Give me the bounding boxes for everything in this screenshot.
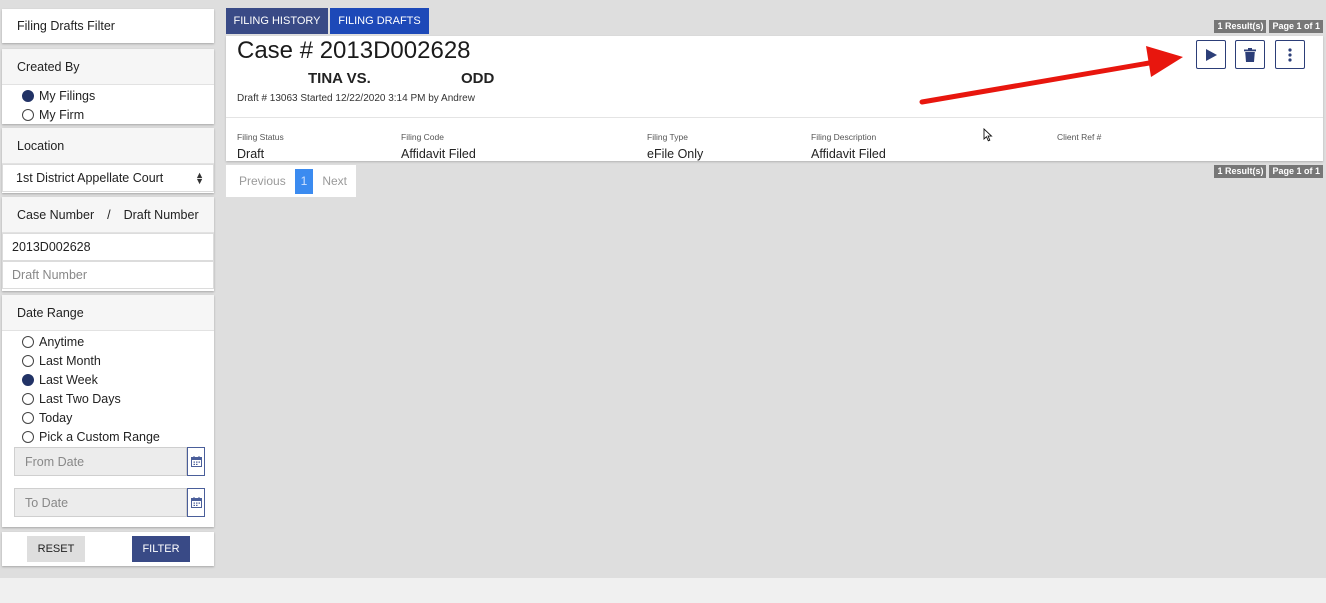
- field-label: Filing Code: [401, 132, 444, 142]
- result-count-badge: 1 Result(s): [1214, 165, 1267, 178]
- tab-filing-history[interactable]: FILING HISTORY: [226, 8, 328, 34]
- radio-my-filings[interactable]: My Filings: [2, 86, 214, 105]
- draft-number-input[interactable]: [2, 261, 214, 289]
- radio-custom-range[interactable]: Pick a Custom Range: [2, 427, 214, 446]
- radio-indicator[interactable]: [22, 430, 34, 443]
- field-label: Filing Description: [811, 132, 877, 142]
- reset-button[interactable]: RESET: [27, 536, 85, 562]
- filter-header-panel: Filing Drafts Filter: [2, 9, 214, 43]
- draft-card: Case # 2013D002628 TINA VS. ODD Draft # …: [226, 36, 1323, 161]
- next-page-button[interactable]: Next: [313, 174, 356, 188]
- delete-draft-button[interactable]: [1235, 40, 1265, 69]
- case-number-heading: Case Number: [17, 207, 95, 222]
- radio-indicator[interactable]: [22, 373, 34, 386]
- radio-indicator[interactable]: [22, 354, 34, 367]
- radio-indicator[interactable]: [22, 392, 34, 405]
- case-number-input[interactable]: [2, 233, 214, 261]
- draft-number-heading: Draft Number: [123, 207, 199, 222]
- play-icon: [1206, 48, 1217, 61]
- location-value: 1st District Appellate Court: [16, 171, 164, 185]
- card-divider: [226, 117, 1323, 118]
- radio-last-week[interactable]: Last Week: [2, 370, 214, 389]
- field-value: eFile Only: [647, 147, 704, 161]
- more-vertical-icon: [1288, 47, 1292, 62]
- location-title: Location: [2, 128, 214, 164]
- field-value: Affidavit Filed: [811, 147, 886, 161]
- field-filing-type: Filing Type eFile Only: [647, 132, 703, 161]
- created-by-panel: Created By My Filings My Firm: [2, 49, 214, 124]
- location-select[interactable]: 1st District Appellate Court ▲ ▼: [2, 164, 214, 192]
- filter-header: Filing Drafts Filter: [2, 9, 214, 43]
- page-1-button[interactable]: 1: [294, 168, 314, 194]
- from-date-group: [14, 447, 205, 476]
- calendar-icon: [190, 456, 202, 467]
- results-summary-top: 1 Result(s) Page 1 of 1: [1214, 20, 1323, 33]
- field-label: Filing Status: [237, 132, 284, 142]
- more-options-button[interactable]: [1275, 40, 1305, 69]
- tab-filing-drafts[interactable]: FILING DRAFTS: [330, 8, 429, 34]
- app-window: Filing Drafts Filter Created By My Filin…: [0, 0, 1326, 578]
- radio-label: Today: [39, 410, 73, 425]
- radio-label: Anytime: [39, 334, 85, 349]
- to-date-group: [14, 488, 205, 517]
- party-right: ODD: [461, 70, 495, 87]
- from-date-input[interactable]: [14, 447, 187, 476]
- from-date-calendar-button[interactable]: [187, 447, 205, 476]
- results-summary-bottom: 1 Result(s) Page 1 of 1: [1214, 165, 1323, 178]
- date-range-title: Date Range: [2, 295, 214, 331]
- filter-actions-panel: RESET FILTER: [2, 532, 214, 566]
- radio-label: My Firm: [39, 107, 85, 122]
- result-count-badge: 1 Result(s): [1214, 20, 1267, 33]
- date-range-panel: Date Range Anytime Last Month Last Week …: [2, 295, 214, 527]
- party-left: TINA VS.: [308, 70, 371, 87]
- radio-label: Last Month: [39, 353, 101, 368]
- pagination: Previous 1 Next: [226, 165, 356, 197]
- trash-icon: [1244, 47, 1256, 62]
- field-value: Affidavit Filed: [401, 147, 476, 161]
- radio-indicator[interactable]: [22, 89, 34, 102]
- page-count-badge: Page 1 of 1: [1269, 20, 1323, 33]
- radio-today[interactable]: Today: [2, 408, 214, 427]
- radio-label: Pick a Custom Range: [39, 429, 160, 444]
- field-value: Draft: [237, 147, 265, 161]
- case-draft-panel: Case Number / Draft Number: [2, 197, 214, 291]
- field-client-ref: Client Ref #: [1057, 132, 1101, 147]
- to-date-calendar-button[interactable]: [187, 488, 205, 517]
- previous-page-button[interactable]: Previous: [230, 174, 295, 188]
- mouse-cursor-icon: [983, 128, 993, 142]
- radio-indicator[interactable]: [22, 411, 34, 424]
- filter-button[interactable]: FILTER: [132, 536, 190, 562]
- field-filing-status: Filing Status Draft: [237, 132, 284, 161]
- radio-label: Last Week: [39, 372, 98, 387]
- radio-indicator[interactable]: [22, 108, 34, 121]
- location-panel: Location 1st District Appellate Court ▲ ▼: [2, 128, 214, 193]
- heading-separator: /: [107, 207, 111, 222]
- created-by-title: Created By: [2, 49, 214, 85]
- select-caret-icon: ▲ ▼: [195, 170, 204, 186]
- radio-label: My Filings: [39, 88, 96, 103]
- radio-indicator[interactable]: [22, 335, 34, 348]
- radio-my-firm[interactable]: My Firm: [2, 105, 214, 124]
- field-filing-code: Filing Code Affidavit Filed: [401, 132, 476, 161]
- field-filing-description: Filing Description Affidavit Filed: [811, 132, 886, 161]
- radio-anytime[interactable]: Anytime: [2, 332, 214, 351]
- radio-last-month[interactable]: Last Month: [2, 351, 214, 370]
- draft-info: Draft # 13063 Started 12/22/2020 3:14 PM…: [237, 93, 475, 104]
- page-count-badge: Page 1 of 1: [1269, 165, 1323, 178]
- resume-draft-button[interactable]: [1196, 40, 1226, 69]
- field-label: Filing Type: [647, 132, 688, 142]
- field-label: Client Ref #: [1057, 132, 1102, 142]
- to-date-input[interactable]: [14, 488, 187, 517]
- case-draft-title: Case Number / Draft Number: [2, 197, 214, 233]
- radio-label: Last Two Days: [39, 391, 121, 406]
- case-title: Case # 2013D002628: [237, 37, 471, 64]
- calendar-icon: [190, 497, 202, 508]
- radio-last-two-days[interactable]: Last Two Days: [2, 389, 214, 408]
